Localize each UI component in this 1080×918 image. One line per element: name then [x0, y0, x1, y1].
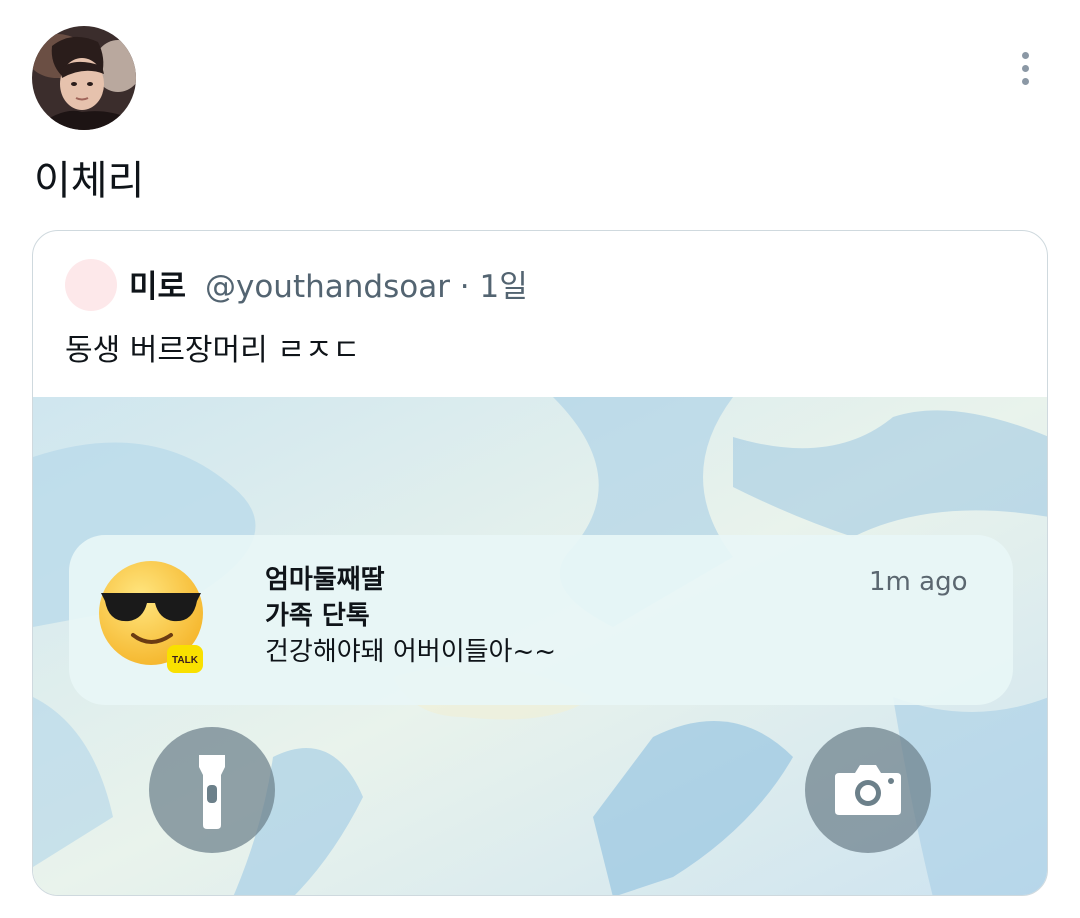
author-avatar[interactable]: [32, 26, 136, 130]
quoted-post-image[interactable]: TALK 엄마둘째딸 가족 단톡 건강해야돼 어버이들아~~ 1m ago: [33, 397, 1047, 895]
camera-button[interactable]: [805, 727, 931, 853]
quoted-author-avatar[interactable]: [65, 259, 117, 311]
quoted-author-handle-time: @youthandsoar · 1일: [205, 269, 528, 305]
sunglasses-emoji-icon: TALK: [97, 559, 213, 675]
notification-sender: 엄마둘째딸: [265, 565, 385, 595]
quoted-post-text: 동생 버르장머리 ㄹㅈㄷ: [65, 333, 361, 368]
notification-message: 건강해야돼 어버이들아~~: [265, 637, 557, 667]
quoted-post-card[interactable]: 미로 @youthandsoar · 1일 동생 버르장머리 ㄹㅈㄷ TALK …: [32, 230, 1048, 896]
flashlight-button[interactable]: [149, 727, 275, 853]
quoted-author-name[interactable]: 미로: [129, 267, 186, 307]
app-badge-text: TALK: [172, 655, 199, 666]
flashlight-icon: [199, 755, 225, 829]
notification-chat-name: 가족 단톡: [265, 601, 370, 631]
post-text: 이체리: [34, 158, 145, 204]
camera-icon: [835, 765, 901, 815]
notification-time: 1m ago: [869, 567, 968, 597]
kakaotalk-notification[interactable]: TALK 엄마둘째딸 가족 단톡 건강해야돼 어버이들아~~ 1m ago: [69, 535, 1013, 705]
more-options-icon[interactable]: [1016, 52, 1036, 86]
